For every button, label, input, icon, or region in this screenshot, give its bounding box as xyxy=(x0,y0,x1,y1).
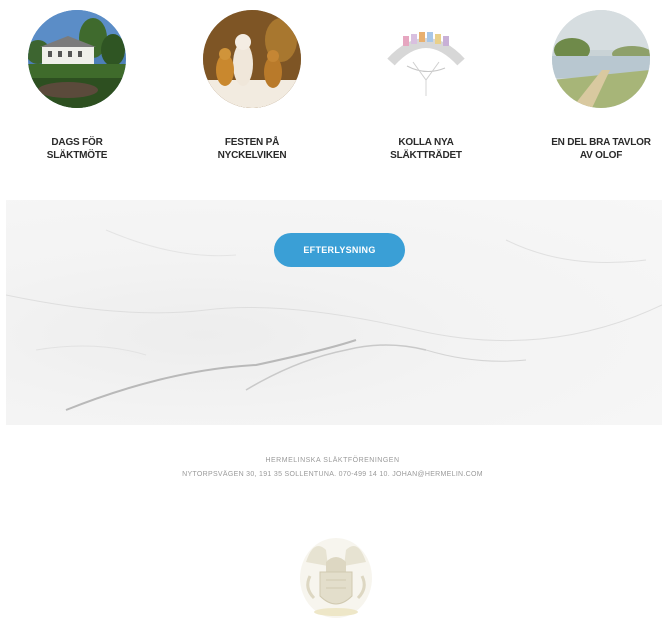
organization-name: HERMELINSKA SLÄKTFÖRENINGEN xyxy=(265,457,400,464)
feature-nyckelviken[interactable]: FESTEN PÅ NYCKELVIKEN xyxy=(182,10,322,162)
caption-line: KOLLA NYA xyxy=(398,137,454,148)
feature-slakttradet[interactable]: KOLLA NYA SLÄKTTRÄDET xyxy=(356,10,496,162)
caption-line: SLÄKTTRÄDET xyxy=(390,150,462,161)
ermine-figurines-photo[interactable] xyxy=(203,10,301,108)
family-crest-logo xyxy=(296,532,376,620)
caption-line: EN DEL BRA TAVLOR xyxy=(551,137,651,148)
feature-slaktmote[interactable]: DAGS FÖR SLÄKTMÖTE xyxy=(7,10,147,162)
feature-caption[interactable]: KOLLA NYA SLÄKTTRÄDET xyxy=(356,136,496,162)
caption-line: NYCKELVIKEN xyxy=(217,150,287,161)
landscape-painting[interactable] xyxy=(552,10,650,108)
feature-row: DAGS FÖR SLÄKTMÖTE FESTEN PÅ NYCKELVIKEN xyxy=(0,0,665,200)
feature-tavlor[interactable]: EN DEL BRA TAVLOR AV OLOF xyxy=(531,10,665,162)
caption-line: FESTEN PÅ xyxy=(224,137,280,148)
family-tree-drawing[interactable] xyxy=(377,10,475,108)
manor-house-photo[interactable] xyxy=(28,10,126,108)
feature-caption[interactable]: DAGS FÖR SLÄKTMÖTE xyxy=(7,136,147,162)
feature-caption[interactable]: EN DEL BRA TAVLOR AV OLOF xyxy=(531,136,665,162)
footer: HERMELINSKA SLÄKTFÖRENINGEN NYTORPSVÄGEN… xyxy=(0,455,665,481)
caption-line: AV OLOF xyxy=(579,150,623,161)
feature-caption[interactable]: FESTEN PÅ NYCKELVIKEN xyxy=(182,136,322,162)
caption-line: DAGS FÖR xyxy=(51,137,103,148)
caption-line: SLÄKTMÖTE xyxy=(46,150,108,161)
efterlysning-button[interactable]: EFTERLYSNING xyxy=(274,233,405,267)
contact-address: NYTORPSVÄGEN 30, 191 35 SOLLENTUNA. 070-… xyxy=(182,471,483,478)
